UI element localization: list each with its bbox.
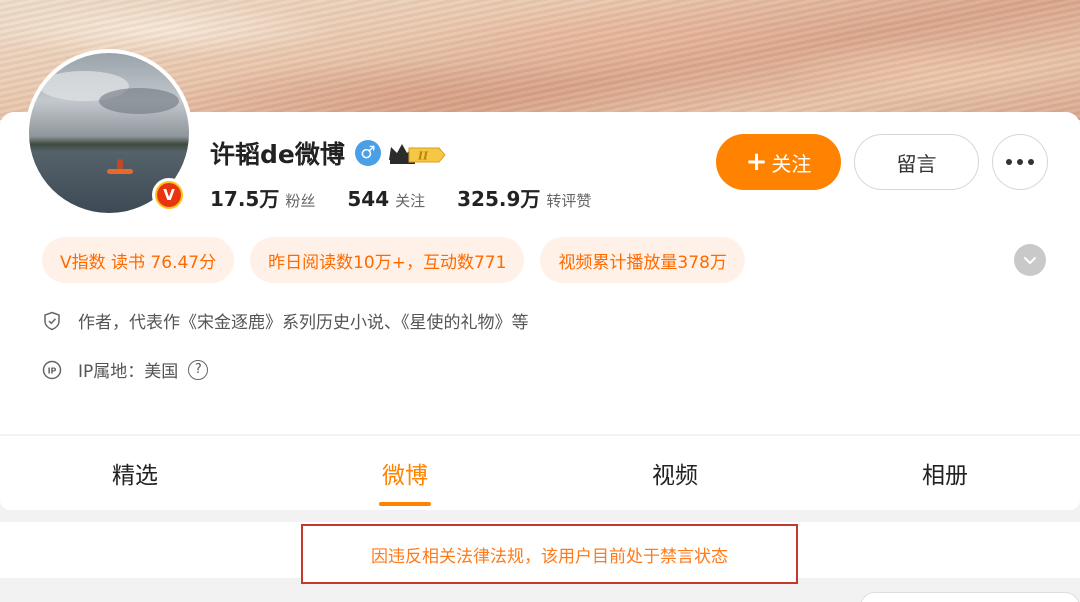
ip-icon: IP: [42, 360, 62, 380]
description-row: 作者，代表作《宋金逐鹿》系列历史小说、《星使的礼物》等: [42, 308, 529, 333]
verified-badge-icon: V: [152, 178, 186, 212]
more-dot-icon: [1017, 159, 1023, 165]
more-dot-icon: [1006, 159, 1012, 165]
tab-label: 视频: [652, 463, 698, 489]
stat-label: 关注: [395, 192, 426, 210]
stat-followers[interactable]: 17.5万 粉丝: [210, 183, 315, 212]
tab-label: 精选: [112, 463, 158, 489]
verified-letter: V: [157, 183, 181, 207]
gender-symbol: ♂: [360, 143, 376, 163]
tag-list: V指数 读书 76.47分 昨日阅读数10万+，互动数771 视频累计播放量37…: [42, 237, 745, 283]
gender-male-icon: ♂: [354, 140, 381, 166]
ip-location-row: IP IP属地：美国 ?: [42, 357, 209, 382]
ban-notice-text: 因违反相关法律法规，该用户目前处于禁言状态: [371, 546, 728, 567]
expand-chevron-icon[interactable]: [1014, 244, 1046, 276]
tab-weibo[interactable]: 微博: [270, 436, 540, 510]
level-text: II: [417, 150, 429, 163]
name-row: 许韬de微博 ♂ II: [210, 133, 449, 173]
stat-label: 转评赞: [546, 192, 592, 210]
follow-label: 关注: [771, 151, 812, 176]
tag-v-index[interactable]: V指数 读书 76.47分: [42, 237, 235, 283]
profile-tabs: 精选 微博 视频 相册: [0, 436, 1080, 510]
bottom-control[interactable]: [860, 592, 1080, 602]
tab-label: 相册: [922, 463, 968, 489]
tag-video-plays[interactable]: 视频累计播放量378万: [540, 237, 745, 283]
follow-button[interactable]: + 关注: [716, 134, 841, 190]
ban-notice: 因违反相关法律法规，该用户目前处于禁言状态: [301, 524, 798, 584]
tab-label: 微博: [382, 463, 428, 489]
more-dot-icon: [1028, 159, 1034, 165]
tab-video[interactable]: 视频: [540, 436, 810, 510]
stat-value: 325.9万: [457, 187, 541, 211]
tag-reads[interactable]: 昨日阅读数10万+，互动数771: [250, 237, 525, 283]
tab-album[interactable]: 相册: [810, 436, 1080, 510]
message-button[interactable]: 留言: [854, 134, 979, 190]
stat-value: 544: [347, 187, 390, 211]
tab-featured[interactable]: 精选: [0, 436, 270, 510]
stat-value: 17.5万: [210, 187, 280, 211]
stats-row: 17.5万 粉丝 544 关注 325.9万 转评赞: [210, 183, 623, 212]
stat-engagement[interactable]: 325.9万 转评赞: [457, 183, 591, 212]
plus-icon: +: [745, 147, 768, 177]
stat-label: 粉丝: [285, 192, 316, 210]
description-text: 作者，代表作《宋金逐鹿》系列历史小说、《星使的礼物》等: [78, 313, 529, 333]
help-icon[interactable]: ?: [188, 359, 209, 380]
message-label: 留言: [896, 151, 937, 176]
ip-location-text: IP属地：美国: [78, 362, 179, 382]
stat-following[interactable]: 544 关注: [347, 187, 425, 211]
svg-text:IP: IP: [48, 366, 57, 375]
more-options-button[interactable]: [992, 134, 1048, 190]
crown-level-icon[interactable]: II: [387, 140, 449, 166]
shield-check-icon: [42, 311, 62, 331]
user-name: 许韬de微博: [210, 140, 345, 169]
